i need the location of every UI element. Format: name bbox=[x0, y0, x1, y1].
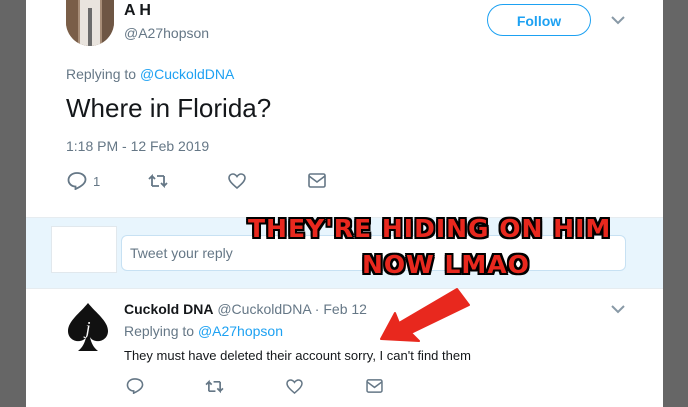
author-handle[interactable]: @A27hopson bbox=[124, 25, 209, 41]
retweet-icon bbox=[205, 379, 224, 394]
replying-prefix: Replying to bbox=[124, 323, 198, 339]
replying-prefix: Replying to bbox=[66, 66, 140, 82]
replying-to: Replying to @CuckoldDNA bbox=[66, 66, 234, 82]
reply-text: They must have deleted their account sor… bbox=[124, 348, 471, 363]
tweet-text: Where in Florida? bbox=[66, 93, 272, 123]
reply-action[interactable] bbox=[126, 378, 144, 394]
overlay-text-line2: NOW LMAO bbox=[362, 250, 530, 279]
reply-avatar bbox=[51, 226, 117, 273]
reply-meta[interactable]: @CuckoldDNA · Feb 12 bbox=[213, 301, 367, 317]
arrow-annotation bbox=[380, 288, 470, 342]
chevron-down-icon[interactable] bbox=[611, 14, 625, 28]
like-action[interactable] bbox=[286, 379, 303, 394]
message-action[interactable] bbox=[308, 173, 326, 188]
divider bbox=[26, 288, 663, 289]
svg-text:j: j bbox=[83, 318, 90, 338]
follow-button[interactable]: Follow bbox=[487, 4, 591, 36]
overlay-text-line1: THEY'RE HIDING ON HIM bbox=[248, 214, 612, 243]
message-icon bbox=[366, 379, 383, 393]
reply-header: Cuckold DNA @CuckoldDNA · Feb 12 bbox=[124, 301, 367, 317]
like-action[interactable] bbox=[228, 173, 246, 189]
chevron-down-icon[interactable] bbox=[611, 303, 625, 317]
tweet-timestamp[interactable]: 1:18 PM - 12 Feb 2019 bbox=[66, 138, 209, 154]
like-icon bbox=[286, 379, 303, 394]
author-avatar[interactable] bbox=[66, 0, 114, 46]
like-icon bbox=[228, 173, 246, 189]
retweet-action[interactable] bbox=[205, 379, 224, 394]
reply-icon bbox=[67, 172, 87, 190]
reply-replying-to: Replying to @A27hopson bbox=[124, 323, 283, 339]
replying-to-link[interactable]: @A27hopson bbox=[198, 323, 283, 339]
reply-author-avatar[interactable]: j bbox=[66, 301, 110, 353]
reply-author-name[interactable]: Cuckold DNA bbox=[124, 301, 213, 317]
message-action[interactable] bbox=[366, 379, 383, 393]
reply-action[interactable]: 1 bbox=[67, 172, 100, 190]
tweet-card bbox=[26, 0, 663, 407]
author-name[interactable]: A H bbox=[124, 2, 151, 20]
replying-to-link[interactable]: @CuckoldDNA bbox=[140, 66, 234, 82]
retweet-icon bbox=[148, 173, 168, 189]
retweet-action[interactable] bbox=[148, 173, 168, 189]
reply-icon bbox=[126, 378, 144, 394]
reply-count: 1 bbox=[93, 173, 101, 189]
message-icon bbox=[308, 173, 326, 188]
